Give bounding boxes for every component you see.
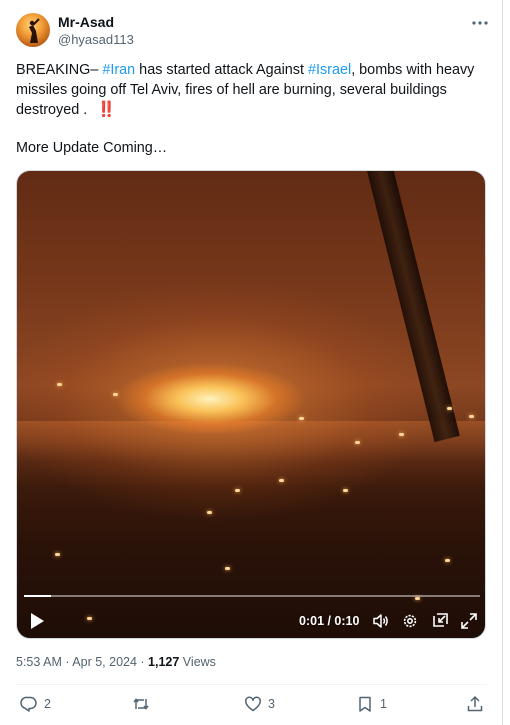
pip-icon[interactable]: [431, 612, 449, 630]
avatar-silhouette-icon: [29, 18, 40, 43]
ember: [207, 511, 212, 514]
author-handle[interactable]: @hyasad113: [58, 32, 134, 47]
volume-icon[interactable]: [372, 612, 390, 630]
ember: [279, 479, 284, 482]
ember: [415, 597, 420, 600]
video-pole: [362, 171, 460, 443]
ember: [299, 417, 304, 420]
retweet-button[interactable]: [132, 694, 156, 714]
video-progress-bar[interactable]: [24, 595, 480, 597]
share-button[interactable]: [466, 694, 484, 714]
views-count: 1,127: [148, 655, 180, 669]
avatar[interactable]: [16, 13, 50, 47]
reply-button[interactable]: 2: [20, 694, 51, 714]
ember: [57, 383, 62, 386]
video-horizon-glow: [17, 421, 485, 461]
ember: [55, 553, 60, 556]
tweet-meta: 5:53 AM · Apr 5, 2024 · 1,127 Views: [16, 655, 216, 669]
tweet-date[interactable]: Apr 5, 2024: [72, 655, 137, 669]
update-line: More Update Coming…: [16, 140, 168, 156]
tweet-text: BREAKING– #Iran has started attack Again…: [16, 60, 486, 120]
video-player[interactable]: 0:01 / 0:10: [16, 170, 486, 639]
views-label: Views: [179, 655, 216, 669]
more-icon[interactable]: [470, 13, 490, 33]
hashtag-iran[interactable]: #Iran: [102, 62, 135, 78]
tweet-text-middle: has started attack Against: [135, 62, 308, 78]
like-icon: [245, 696, 261, 712]
meta-separator: ·: [61, 655, 73, 669]
divider: [16, 684, 487, 685]
reply-count: 2: [44, 697, 51, 711]
double-exclamation-emoji: ‼️: [97, 101, 116, 118]
play-icon[interactable]: [29, 612, 45, 630]
hashtag-israel[interactable]: #Israel: [308, 62, 351, 78]
ember: [447, 407, 452, 410]
ember: [399, 433, 404, 436]
fullscreen-icon[interactable]: [460, 612, 478, 630]
video-progress-fill: [24, 595, 52, 597]
author-name[interactable]: Mr-Asad: [58, 14, 114, 30]
ember: [469, 415, 474, 418]
video-time: 0:01 / 0:10: [299, 614, 360, 628]
bookmark-count: 1: [380, 697, 387, 711]
tweet-text-prefix: BREAKING–: [16, 62, 103, 78]
settings-icon[interactable]: [401, 612, 419, 630]
bookmark-button[interactable]: 1: [356, 694, 387, 714]
ember: [235, 489, 240, 492]
meta-separator: ·: [136, 655, 149, 669]
share-icon: [467, 695, 483, 712]
reply-icon: [20, 696, 37, 712]
tweet-card: Mr-Asad @hyasad113 BREAKING– #Iran has s…: [0, 0, 503, 725]
tweet-time[interactable]: 5:53 AM: [16, 655, 62, 669]
ember: [225, 567, 230, 570]
like-button[interactable]: 3: [244, 694, 275, 714]
like-count: 3: [268, 697, 275, 711]
ember: [87, 617, 92, 620]
bookmark-icon: [359, 696, 371, 712]
ember: [445, 559, 450, 562]
ember: [113, 393, 118, 396]
retweet-icon: [133, 698, 149, 710]
ember: [343, 489, 348, 492]
ember: [355, 441, 360, 444]
